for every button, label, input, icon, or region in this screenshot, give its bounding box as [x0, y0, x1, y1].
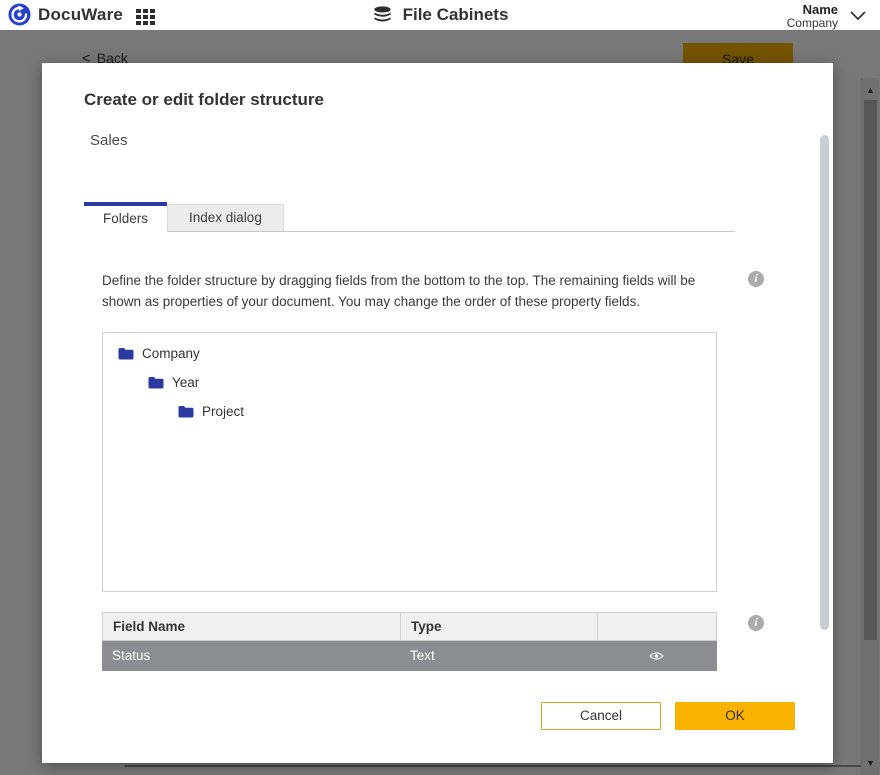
- column-header-actions: [598, 613, 716, 640]
- tree-item-company[interactable]: Company: [103, 339, 716, 368]
- folder-structure-dialog: Create or edit folder structure Folders …: [42, 63, 833, 763]
- structure-name-input[interactable]: [86, 127, 406, 153]
- remaining-fields-table: Field Name Type Status Text: [102, 612, 717, 671]
- tree-item-project[interactable]: Project: [103, 397, 716, 426]
- description-text: Define the folder structure by dragging …: [102, 270, 717, 312]
- field-actions-cell: [597, 641, 715, 671]
- column-header-field-name: Field Name: [103, 613, 401, 640]
- dialog-buttons: Cancel OK: [42, 702, 833, 730]
- info-icon[interactable]: i: [748, 615, 764, 631]
- brand-group[interactable]: DocuWare: [8, 3, 123, 26]
- column-header-type: Type: [401, 613, 598, 640]
- tree-item-year[interactable]: Year: [103, 368, 716, 397]
- table-header-row: Field Name Type: [102, 612, 717, 641]
- ok-button[interactable]: OK: [675, 702, 795, 730]
- tab-strip: Folders Index dialog: [84, 202, 735, 232]
- eye-icon[interactable]: [649, 651, 664, 661]
- database-icon: [372, 5, 393, 25]
- field-type-cell: Text: [400, 641, 597, 671]
- brand-name: DocuWare: [38, 5, 123, 25]
- tab-folders[interactable]: Folders: [84, 202, 167, 232]
- chevron-down-icon: [850, 11, 866, 21]
- user-name: Name: [787, 3, 838, 17]
- page-title-group: File Cabinets: [0, 0, 880, 30]
- tree-item-label: Year: [172, 375, 199, 390]
- tab-index-dialog[interactable]: Index dialog: [167, 204, 284, 231]
- tree-item-label: Company: [142, 346, 200, 361]
- table-row-status[interactable]: Status Text: [102, 641, 717, 671]
- user-company: Company: [787, 17, 838, 30]
- user-menu[interactable]: Name Company: [787, 1, 866, 30]
- folder-icon: [178, 405, 194, 418]
- dialog-title: Create or edit folder structure: [84, 90, 324, 110]
- folder-icon: [148, 376, 164, 389]
- field-name-cell: Status: [102, 641, 400, 671]
- tree-item-label: Project: [202, 404, 244, 419]
- page-title: File Cabinets: [403, 5, 509, 25]
- top-bar: DocuWare File Cabinets Name Company: [0, 0, 880, 30]
- folder-icon: [118, 347, 134, 360]
- info-icon[interactable]: i: [748, 271, 764, 287]
- apps-grid-icon[interactable]: [136, 9, 160, 26]
- cancel-button[interactable]: Cancel: [541, 702, 661, 730]
- dialog-scrollbar-thumb[interactable]: [820, 135, 829, 630]
- user-info: Name Company: [787, 1, 838, 30]
- docuware-logo-icon: [8, 3, 31, 26]
- folder-tree-panel: Company Year Project: [102, 332, 717, 592]
